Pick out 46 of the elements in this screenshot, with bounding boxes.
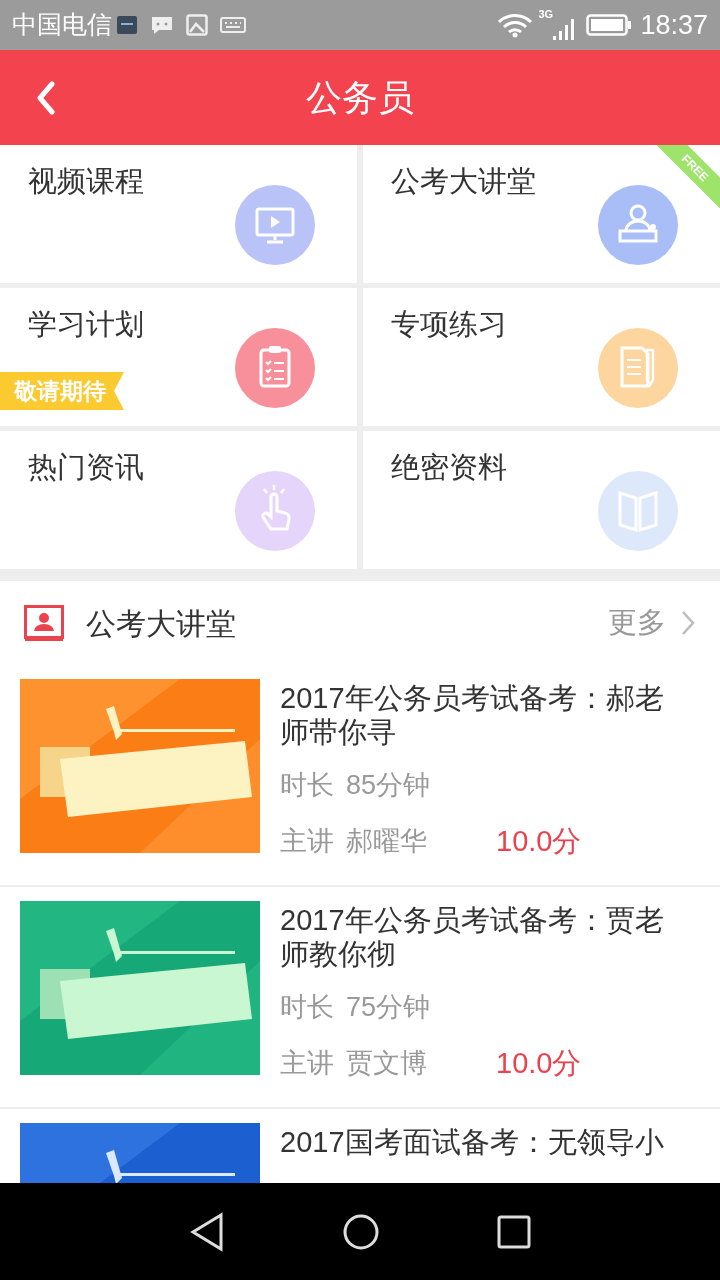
tile-label: 专项练习 bbox=[391, 310, 507, 339]
duration-label: 时长 bbox=[280, 769, 334, 802]
teacher-label: 主讲 bbox=[280, 1047, 334, 1080]
person-card-icon bbox=[24, 605, 64, 641]
tile-label: 绝密资料 bbox=[391, 453, 507, 482]
teacher-label: 主讲 bbox=[280, 825, 334, 858]
home-nav-button[interactable] bbox=[342, 1212, 380, 1251]
chevron-right-icon bbox=[680, 609, 696, 637]
section-title: 公考大讲堂 bbox=[86, 605, 236, 642]
back-triangle-icon bbox=[188, 1211, 225, 1252]
wifi-icon bbox=[496, 12, 535, 38]
battery-icon bbox=[586, 13, 633, 37]
coming-soon-ribbon: 敬请期待 bbox=[0, 372, 124, 410]
message-icon bbox=[150, 14, 174, 36]
course-title[interactable]: 2017年公务员考试备考：郝老师带你寻 bbox=[280, 681, 680, 749]
tile-label: 热门资讯 bbox=[28, 453, 144, 482]
recents-square-icon bbox=[497, 1214, 532, 1249]
course-score: 10.0分 bbox=[496, 823, 582, 859]
menu-tile[interactable]: 专项练习 bbox=[363, 288, 720, 426]
duration-label: 时长 bbox=[280, 991, 334, 1024]
course-title[interactable]: 2017年公务员考试备考：贾老师教你彻 bbox=[280, 903, 680, 971]
tile-label: 学习计划 bbox=[28, 310, 144, 339]
back-icon bbox=[36, 81, 56, 115]
course-title[interactable]: 2017国考面试备考：无领导小 bbox=[280, 1125, 680, 1159]
signal-icon bbox=[552, 18, 575, 40]
teacher-name: 郝曜华 bbox=[346, 825, 428, 858]
app-notification-icon bbox=[116, 14, 138, 36]
duration-value: 85分钟 bbox=[346, 769, 431, 802]
back-nav-button[interactable] bbox=[188, 1211, 225, 1252]
recents-nav-button[interactable] bbox=[497, 1214, 532, 1249]
home-circle-icon bbox=[342, 1212, 380, 1251]
teacher-name: 贾文博 bbox=[346, 1047, 428, 1080]
menu-tile[interactable]: 热门资讯 bbox=[0, 431, 357, 569]
course-score: 10.0分 bbox=[496, 1045, 582, 1081]
carrier-name: 中国电信 bbox=[12, 9, 112, 41]
duration-value: 75分钟 bbox=[346, 991, 431, 1024]
tile-label: 视频课程 bbox=[28, 167, 144, 196]
menu-tile[interactable]: 视频课程 bbox=[0, 145, 357, 283]
page-title: 公务员 bbox=[306, 75, 414, 120]
tile-label: 公考大讲堂 bbox=[391, 167, 536, 196]
network-type: 3G bbox=[538, 7, 554, 22]
keyboard-icon bbox=[220, 16, 246, 34]
clock-time: 18:37 bbox=[640, 8, 708, 42]
menu-tile[interactable]: 绝密资料 bbox=[363, 431, 720, 569]
menu-tile[interactable]: 学习计划 敬请期待 bbox=[0, 288, 357, 426]
image-icon bbox=[186, 14, 208, 36]
